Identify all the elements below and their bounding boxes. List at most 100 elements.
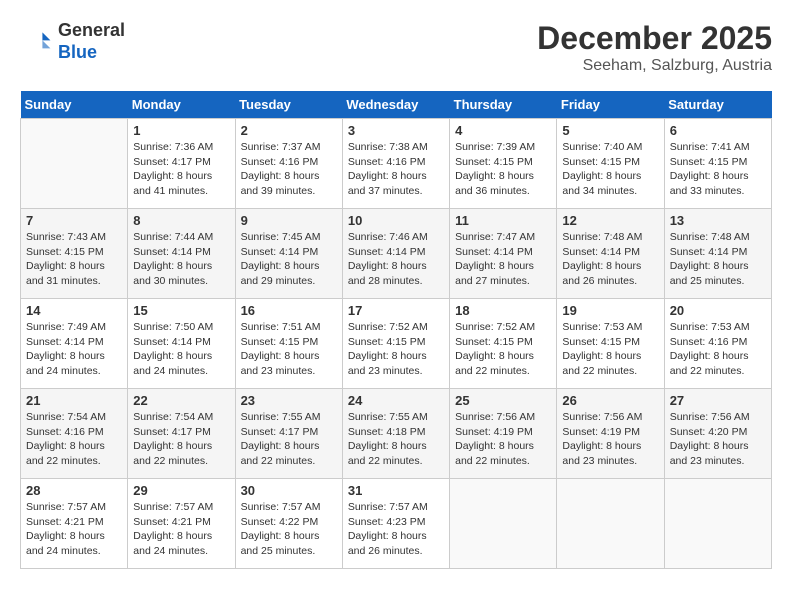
day-info: Sunrise: 7:47 AMSunset: 4:14 PMDaylight:… (455, 230, 551, 289)
calendar-cell: 7 Sunrise: 7:43 AMSunset: 4:15 PMDaylight… (21, 209, 128, 299)
day-number: 8 (133, 213, 229, 228)
day-number: 31 (348, 483, 444, 498)
day-number: 21 (26, 393, 122, 408)
logo: General Blue (20, 20, 125, 63)
day-number: 24 (348, 393, 444, 408)
day-info: Sunrise: 7:56 AMSunset: 4:20 PMDaylight:… (670, 410, 766, 469)
calendar-cell: 26 Sunrise: 7:56 AMSunset: 4:19 PMDayligh… (557, 389, 664, 479)
day-info: Sunrise: 7:55 AMSunset: 4:18 PMDaylight:… (348, 410, 444, 469)
calendar-cell: 6 Sunrise: 7:41 AMSunset: 4:15 PMDaylight… (664, 119, 771, 209)
calendar-cell: 14 Sunrise: 7:49 AMSunset: 4:14 PMDayligh… (21, 299, 128, 389)
day-number: 13 (670, 213, 766, 228)
day-info: Sunrise: 7:49 AMSunset: 4:14 PMDaylight:… (26, 320, 122, 379)
month-title: December 2025 (537, 20, 772, 57)
day-number: 4 (455, 123, 551, 138)
calendar-cell: 1 Sunrise: 7:36 AMSunset: 4:17 PMDaylight… (128, 119, 235, 209)
day-info: Sunrise: 7:52 AMSunset: 4:15 PMDaylight:… (348, 320, 444, 379)
day-info: Sunrise: 7:44 AMSunset: 4:14 PMDaylight:… (133, 230, 229, 289)
calendar-cell: 8 Sunrise: 7:44 AMSunset: 4:14 PMDaylight… (128, 209, 235, 299)
day-info: Sunrise: 7:38 AMSunset: 4:16 PMDaylight:… (348, 140, 444, 199)
day-info: Sunrise: 7:51 AMSunset: 4:15 PMDaylight:… (241, 320, 337, 379)
day-number: 18 (455, 303, 551, 318)
day-info: Sunrise: 7:55 AMSunset: 4:17 PMDaylight:… (241, 410, 337, 469)
day-info: Sunrise: 7:50 AMSunset: 4:14 PMDaylight:… (133, 320, 229, 379)
day-number: 3 (348, 123, 444, 138)
day-info: Sunrise: 7:57 AMSunset: 4:21 PMDaylight:… (26, 500, 122, 559)
calendar-cell: 25 Sunrise: 7:56 AMSunset: 4:19 PMDayligh… (450, 389, 557, 479)
calendar-cell: 10Sunrise: 7:46 AMSunset: 4:14 PMDayligh… (342, 209, 449, 299)
day-info: Sunrise: 7:39 AMSunset: 4:15 PMDaylight:… (455, 140, 551, 199)
calendar-cell: 16 Sunrise: 7:51 AMSunset: 4:15 PMDayligh… (235, 299, 342, 389)
day-info: Sunrise: 7:57 AMSunset: 4:23 PMDaylight:… (348, 500, 444, 559)
calendar-cell: 4 Sunrise: 7:39 AMSunset: 4:15 PMDaylight… (450, 119, 557, 209)
day-number: 15 (133, 303, 229, 318)
calendar-cell: 29Sunrise: 7:57 AMSunset: 4:21 PMDayligh… (128, 479, 235, 569)
day-number: 12 (562, 213, 658, 228)
day-info: Sunrise: 7:36 AMSunset: 4:17 PMDaylight:… (133, 140, 229, 199)
day-number: 19 (562, 303, 658, 318)
day-number: 28 (26, 483, 122, 498)
day-info: Sunrise: 7:57 AMSunset: 4:22 PMDaylight:… (241, 500, 337, 559)
day-number: 30 (241, 483, 337, 498)
day-number: 10 (348, 213, 444, 228)
day-info: Sunrise: 7:45 AMSunset: 4:14 PMDaylight:… (241, 230, 337, 289)
calendar-table: SundayMondayTuesdayWednesdayThursdayFrid… (20, 91, 772, 569)
calendar-cell: 23 Sunrise: 7:55 AMSunset: 4:17 PMDayligh… (235, 389, 342, 479)
title-area: December 2025 Seeham, Salzburg, Austria (537, 20, 772, 75)
day-info: Sunrise: 7:54 AMSunset: 4:16 PMDaylight:… (26, 410, 122, 469)
calendar-cell: 21 Sunrise: 7:54 AMSunset: 4:16 PMDayligh… (21, 389, 128, 479)
calendar-cell: 18Sunrise: 7:52 AMSunset: 4:15 PMDayligh… (450, 299, 557, 389)
day-info: Sunrise: 7:41 AMSunset: 4:15 PMDaylight:… (670, 140, 766, 199)
calendar-cell: 5 Sunrise: 7:40 AMSunset: 4:15 PMDaylight… (557, 119, 664, 209)
day-number: 16 (241, 303, 337, 318)
day-number: 17 (348, 303, 444, 318)
day-number: 9 (241, 213, 337, 228)
header-tuesday: Tuesday (235, 91, 342, 119)
calendar-cell: 28 Sunrise: 7:57 AMSunset: 4:21 PMDayligh… (21, 479, 128, 569)
calendar-cell: 31 Sunrise: 7:57 AMSunset: 4:23 PMDayligh… (342, 479, 449, 569)
day-number: 25 (455, 393, 551, 408)
day-number: 11 (455, 213, 551, 228)
calendar-cell: 20Sunrise: 7:53 AMSunset: 4:16 PMDayligh… (664, 299, 771, 389)
day-info: Sunrise: 7:56 AMSunset: 4:19 PMDaylight:… (455, 410, 551, 469)
calendar-cell: 19 Sunrise: 7:53 AMSunset: 4:15 PMDayligh… (557, 299, 664, 389)
day-info: Sunrise: 7:37 AMSunset: 4:16 PMDaylight:… (241, 140, 337, 199)
day-info: Sunrise: 7:48 AMSunset: 4:14 PMDaylight:… (670, 230, 766, 289)
calendar-cell (450, 479, 557, 569)
header-monday: Monday (128, 91, 235, 119)
calendar-cell: 13 Sunrise: 7:48 AMSunset: 4:14 PMDayligh… (664, 209, 771, 299)
day-number: 23 (241, 393, 337, 408)
calendar-week-3: 14 Sunrise: 7:49 AMSunset: 4:14 PMDayligh… (21, 299, 772, 389)
logo-icon (20, 26, 52, 58)
day-number: 2 (241, 123, 337, 138)
day-number: 6 (670, 123, 766, 138)
header-wednesday: Wednesday (342, 91, 449, 119)
calendar-cell: 3 Sunrise: 7:38 AMSunset: 4:16 PMDaylight… (342, 119, 449, 209)
calendar-week-2: 7 Sunrise: 7:43 AMSunset: 4:15 PMDaylight… (21, 209, 772, 299)
calendar-cell: 17 Sunrise: 7:52 AMSunset: 4:15 PMDayligh… (342, 299, 449, 389)
calendar-cell: 27 Sunrise: 7:56 AMSunset: 4:20 PMDayligh… (664, 389, 771, 479)
logo-blue: Blue (58, 42, 125, 64)
header-saturday: Saturday (664, 91, 771, 119)
day-info: Sunrise: 7:40 AMSunset: 4:15 PMDaylight:… (562, 140, 658, 199)
calendar-cell: 15 Sunrise: 7:50 AMSunset: 4:14 PMDayligh… (128, 299, 235, 389)
calendar-cell: 9 Sunrise: 7:45 AMSunset: 4:14 PMDaylight… (235, 209, 342, 299)
day-number: 7 (26, 213, 122, 228)
calendar-cell (21, 119, 128, 209)
day-number: 5 (562, 123, 658, 138)
day-number: 26 (562, 393, 658, 408)
day-info: Sunrise: 7:54 AMSunset: 4:17 PMDaylight:… (133, 410, 229, 469)
day-number: 14 (26, 303, 122, 318)
day-info: Sunrise: 7:57 AMSunset: 4:21 PMDaylight:… (133, 500, 229, 559)
day-number: 22 (133, 393, 229, 408)
day-info: Sunrise: 7:56 AMSunset: 4:19 PMDaylight:… (562, 410, 658, 469)
day-info: Sunrise: 7:43 AMSunset: 4:15 PMDaylight:… (26, 230, 122, 289)
day-number: 1 (133, 123, 229, 138)
calendar-cell: 11 Sunrise: 7:47 AMSunset: 4:14 PMDayligh… (450, 209, 557, 299)
day-number: 27 (670, 393, 766, 408)
header-friday: Friday (557, 91, 664, 119)
day-info: Sunrise: 7:53 AMSunset: 4:16 PMDaylight:… (670, 320, 766, 379)
day-info: Sunrise: 7:53 AMSunset: 4:15 PMDaylight:… (562, 320, 658, 379)
logo-text: General Blue (58, 20, 125, 63)
location-subtitle: Seeham, Salzburg, Austria (537, 57, 772, 75)
